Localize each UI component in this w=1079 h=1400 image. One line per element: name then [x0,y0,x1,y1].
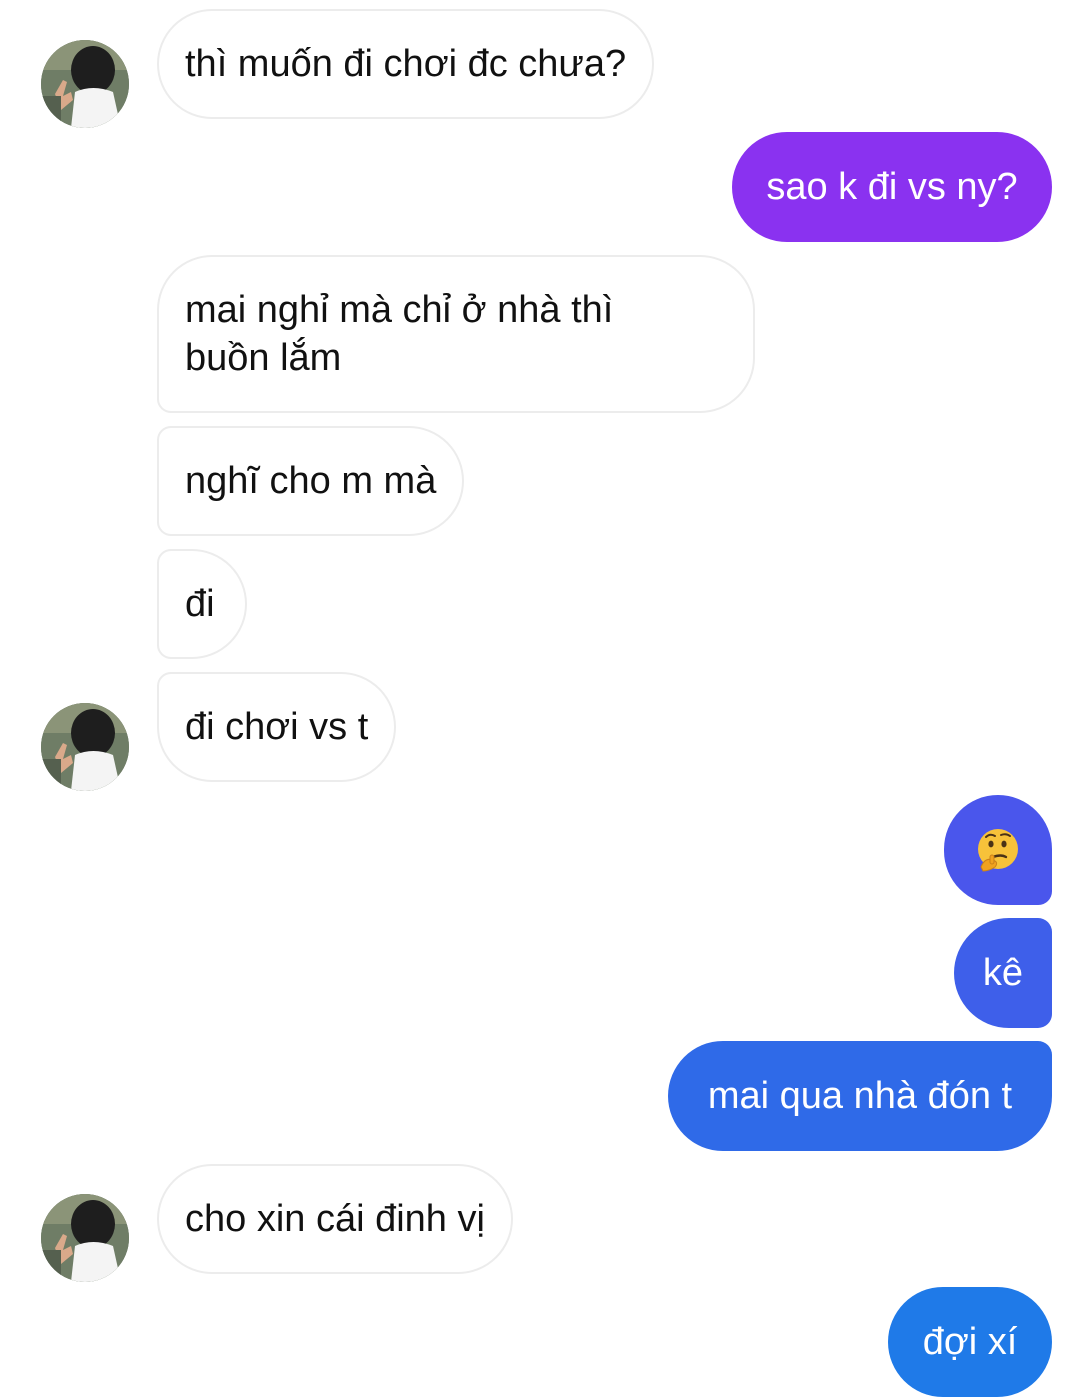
contact-avatar[interactable] [41,40,129,128]
message-text: đi chơi vs t [185,706,369,748]
message-text-line: mai nghỉ mà chỉ ở nhà thì [185,289,614,331]
incoming-message-bubble[interactable]: đi [157,549,247,659]
incoming-message-bubble[interactable]: cho xin cái đinh vị [157,1164,513,1274]
message-text: thì muốn đi chơi đc chưa? [185,43,627,85]
outgoing-message-bubble[interactable]: đợi xí [888,1287,1052,1397]
incoming-message-bubble[interactable]: nghĩ cho m mà [157,426,465,536]
message-text: sao k đi vs ny? [766,166,1018,208]
contact-avatar[interactable] [41,1194,129,1282]
message-text: mai nghỉ mà chỉ ở nhà thì buồn lắm [185,286,613,382]
message-text: cho xin cái đinh vị [185,1198,485,1240]
avatar-photo-icon [41,1194,129,1282]
message-thread: thì muốn đi chơi đc chưa? sao k đi vs ny… [0,0,1079,1400]
outgoing-message-bubble[interactable]: sao k đi vs ny? [732,132,1052,242]
message-text: nghĩ cho m mà [185,460,437,502]
incoming-message-bubble[interactable]: mai nghỉ mà chỉ ở nhà thì buồn lắm [157,255,755,413]
avatar-photo-icon [41,40,129,128]
thinking-face-icon [978,829,1018,872]
contact-avatar[interactable] [41,703,129,791]
outgoing-emoji-bubble[interactable] [944,795,1052,905]
message-text: mai qua nhà đón t [707,1075,1013,1117]
message-text: đi [185,583,215,625]
outgoing-message-bubble[interactable]: mai qua nhà đón t [668,1041,1052,1151]
message-text: đợi xí [922,1321,1018,1363]
incoming-message-bubble[interactable]: đi chơi vs t [157,672,397,782]
outgoing-message-bubble[interactable]: kê [954,918,1052,1028]
avatar-photo-icon [41,703,129,791]
incoming-message-bubble[interactable]: thì muốn đi chơi đc chưa? [157,9,655,119]
message-text: kê [982,952,1024,994]
message-text-line: buồn lắm [185,337,342,379]
